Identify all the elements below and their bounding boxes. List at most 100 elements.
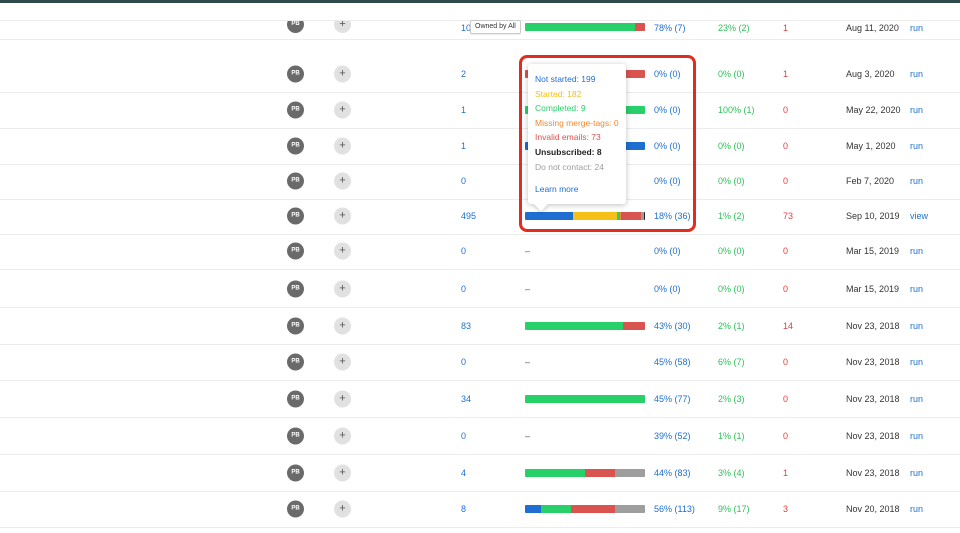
bounce-count[interactable]: 0 [783, 284, 788, 294]
action-link[interactable]: view [910, 211, 928, 221]
recipient-count[interactable]: 83 [461, 321, 471, 331]
status-progress-bar[interactable] [525, 23, 645, 31]
add-icon[interactable]: + [334, 500, 351, 518]
bounce-count[interactable]: 3 [783, 504, 788, 514]
bounce-count[interactable]: 1 [783, 468, 788, 478]
owner-avatar: PB [287, 427, 304, 445]
recipient-count[interactable]: 8 [461, 504, 466, 514]
status-progress-bar[interactable] [525, 395, 645, 403]
status-progress-bar[interactable] [525, 469, 645, 477]
bar-segment [525, 469, 585, 477]
add-icon[interactable]: + [334, 464, 351, 482]
clicked-percent[interactable]: 100% (1) [718, 105, 755, 115]
clicked-percent[interactable]: 1% (1) [718, 431, 745, 441]
opened-percent[interactable]: 39% (52) [654, 431, 691, 441]
recipient-count[interactable]: 1 [461, 141, 466, 151]
clicked-percent[interactable]: 9% (17) [718, 504, 750, 514]
recipient-count[interactable]: 2 [461, 69, 466, 79]
opened-percent[interactable]: 44% (83) [654, 468, 691, 478]
recipient-count[interactable]: 4 [461, 468, 466, 478]
opened-percent[interactable]: 45% (77) [654, 394, 691, 404]
table-row: PB +495 18% (36) 1% (2) 73 Sep 10, 2019 view [0, 198, 960, 235]
clicked-percent[interactable]: 2% (1) [718, 321, 745, 331]
add-icon[interactable]: + [334, 242, 351, 260]
owner-avatar: PB [287, 101, 304, 119]
add-icon[interactable]: + [334, 207, 351, 225]
opened-percent[interactable]: 0% (0) [654, 284, 681, 294]
opened-percent[interactable]: 56% (113) [654, 504, 695, 514]
created-date: Mar 15, 2019 [846, 284, 900, 294]
add-icon[interactable]: + [334, 137, 351, 155]
action-link[interactable]: run [910, 394, 923, 404]
owned-by-filter[interactable]: Owned by All [470, 20, 521, 34]
action-link[interactable]: run [910, 141, 923, 151]
bounce-count[interactable]: 1 [783, 23, 788, 33]
recipient-count[interactable]: 0 [461, 246, 466, 256]
opened-percent[interactable]: 18% (36) [654, 211, 691, 221]
bounce-count[interactable]: 0 [783, 431, 788, 441]
clicked-percent[interactable]: 2% (3) [718, 394, 745, 404]
add-icon[interactable]: + [334, 21, 351, 33]
opened-percent[interactable]: 0% (0) [654, 141, 681, 151]
add-icon[interactable]: + [334, 390, 351, 408]
clicked-percent[interactable]: 0% (0) [718, 284, 745, 294]
opened-percent[interactable]: 0% (0) [654, 176, 681, 186]
clicked-percent[interactable]: 0% (0) [718, 69, 745, 79]
add-icon[interactable]: + [334, 65, 351, 83]
recipient-count[interactable]: 495 [461, 211, 476, 221]
table-row: PB +34 45% (77) 2% (3) 0 Nov 23, 2018 run [0, 381, 960, 418]
recipient-count[interactable]: 0 [461, 431, 466, 441]
action-link[interactable]: run [910, 321, 923, 331]
add-icon[interactable]: + [334, 101, 351, 119]
recipient-count[interactable]: 34 [461, 394, 471, 404]
recipient-count[interactable]: 0 [461, 284, 466, 294]
clicked-percent[interactable]: 0% (0) [718, 176, 745, 186]
status-progress-bar[interactable] [525, 212, 645, 220]
action-link[interactable]: run [910, 246, 923, 256]
opened-percent[interactable]: 0% (0) [654, 105, 681, 115]
add-icon[interactable]: + [334, 280, 351, 298]
opened-percent[interactable]: 78% (7) [654, 23, 686, 33]
action-link[interactable]: run [910, 176, 923, 186]
clicked-percent[interactable]: 23% (2) [718, 23, 750, 33]
status-progress-bar[interactable] [525, 505, 645, 513]
action-link[interactable]: run [910, 504, 923, 514]
clicked-percent[interactable]: 1% (2) [718, 211, 745, 221]
recipient-count[interactable]: 0 [461, 357, 466, 367]
status-progress-bar[interactable] [525, 322, 645, 330]
bounce-count[interactable]: 0 [783, 141, 788, 151]
clicked-percent[interactable]: 3% (4) [718, 468, 745, 478]
bar-segment [635, 23, 645, 31]
clicked-percent[interactable]: 0% (0) [718, 141, 745, 151]
clicked-percent[interactable]: 6% (7) [718, 357, 745, 367]
bounce-count[interactable]: 0 [783, 105, 788, 115]
opened-percent[interactable]: 43% (30) [654, 321, 691, 331]
action-link[interactable]: run [910, 105, 923, 115]
opened-percent[interactable]: 45% (58) [654, 357, 691, 367]
action-link[interactable]: run [910, 23, 923, 33]
add-icon[interactable]: + [334, 427, 351, 445]
action-link[interactable]: run [910, 284, 923, 294]
recipient-count[interactable]: 1 [461, 105, 466, 115]
add-icon[interactable]: + [334, 353, 351, 371]
add-icon[interactable]: + [334, 317, 351, 335]
opened-percent[interactable]: 0% (0) [654, 69, 681, 79]
bounce-count[interactable]: 0 [783, 246, 788, 256]
owner-avatar: PB [287, 172, 304, 190]
action-link[interactable]: run [910, 431, 923, 441]
action-link[interactable]: run [910, 69, 923, 79]
bounce-count[interactable]: 0 [783, 394, 788, 404]
recipient-count[interactable]: 0 [461, 176, 466, 186]
tooltip-not-started: Not started: 199 [535, 74, 596, 84]
add-icon[interactable]: + [334, 172, 351, 190]
bounce-count[interactable]: 0 [783, 357, 788, 367]
bounce-count[interactable]: 73 [783, 211, 793, 221]
opened-percent[interactable]: 0% (0) [654, 246, 681, 256]
bounce-count[interactable]: 0 [783, 176, 788, 186]
clicked-percent[interactable]: 0% (0) [718, 246, 745, 256]
learn-more-link[interactable]: Learn more [535, 184, 626, 194]
action-link[interactable]: run [910, 468, 923, 478]
action-link[interactable]: run [910, 357, 923, 367]
bounce-count[interactable]: 1 [783, 69, 788, 79]
bounce-count[interactable]: 14 [783, 321, 793, 331]
